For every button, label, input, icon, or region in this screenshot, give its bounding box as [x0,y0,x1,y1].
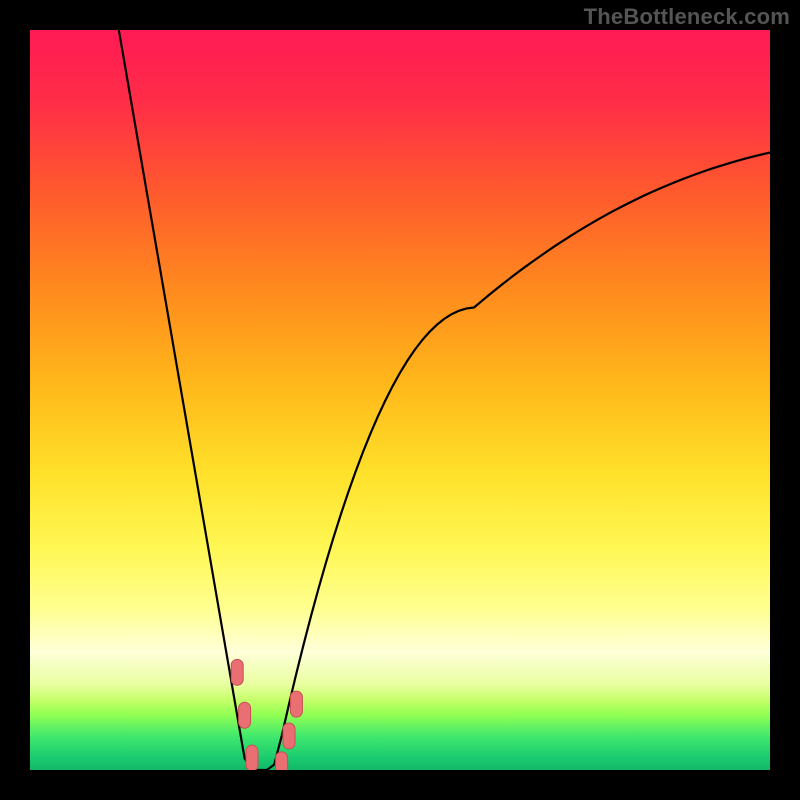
curve-marker [283,723,295,749]
curve-marker [290,691,302,717]
gradient-background [30,30,770,770]
chart-svg [30,30,770,770]
watermark-text: TheBottleneck.com [584,4,790,30]
curve-marker [239,702,251,728]
curve-marker [276,752,288,770]
curve-marker [231,659,243,685]
plot-area [30,30,770,770]
curve-marker [246,745,258,770]
chart-frame: TheBottleneck.com [0,0,800,800]
